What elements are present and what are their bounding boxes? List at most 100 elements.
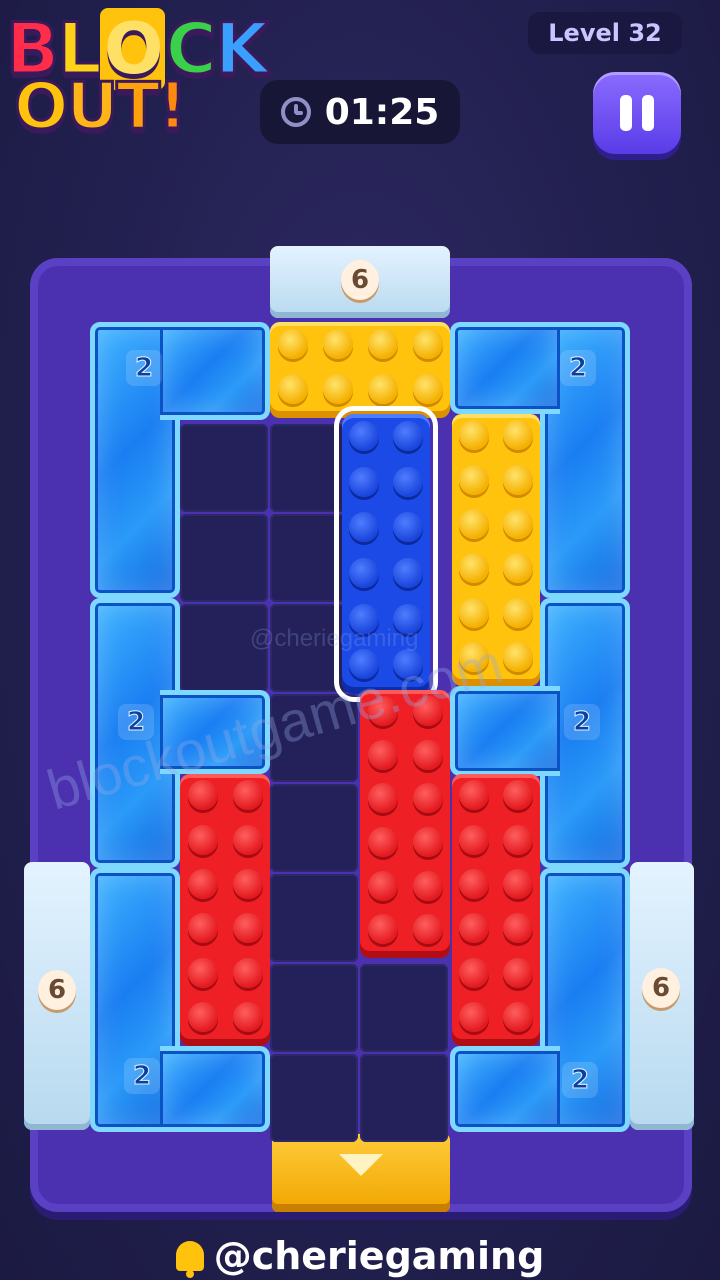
ice-counter-bottom-right: 2 <box>562 1062 598 1098</box>
block-stud <box>412 739 443 770</box>
channel-handle: @cheriegaming <box>213 1234 545 1278</box>
grid-cell[interactable] <box>270 1054 358 1142</box>
clock-icon <box>280 97 311 127</box>
grid-cell[interactable] <box>180 424 268 512</box>
block-stud <box>277 328 308 359</box>
gate-counter-right: 6 <box>642 968 680 1008</box>
yellow-block-horizontal[interactable] <box>270 322 450 418</box>
block-stud <box>459 868 489 899</box>
block-stud <box>503 641 533 672</box>
block-stud <box>187 780 218 811</box>
block-stud <box>232 1001 263 1032</box>
block-stud <box>367 739 398 770</box>
pause-button[interactable] <box>593 72 681 154</box>
block-stud <box>412 373 443 404</box>
top-exit-gate: 6 <box>270 246 450 318</box>
ice-counter-bottom-left: 2 <box>124 1058 160 1094</box>
ice-counter-top-right: 2 <box>560 350 596 386</box>
ice-block-top-right-cap <box>450 322 560 414</box>
block-stud <box>459 957 489 988</box>
block-stud <box>367 870 398 901</box>
block-stud <box>503 597 533 628</box>
timer-text: 01:25 <box>324 91 440 133</box>
block-stud <box>277 373 308 404</box>
block-stud <box>412 826 443 857</box>
ice-block-bottom-right-cap <box>450 1046 560 1132</box>
block-stud <box>503 913 533 944</box>
block-stud <box>503 824 533 855</box>
block-stud <box>459 824 489 855</box>
block-stud <box>187 913 218 944</box>
block-stud <box>459 780 489 811</box>
block-stud <box>367 914 398 945</box>
block-stud <box>393 466 423 497</box>
grid-cell[interactable] <box>360 1054 448 1142</box>
grid-cell[interactable] <box>180 514 268 602</box>
block-stud <box>459 913 489 944</box>
block-stud <box>187 868 218 899</box>
block-stud <box>503 508 533 539</box>
block-stud <box>349 557 379 588</box>
block-stud <box>393 420 423 451</box>
block-stud <box>367 826 398 857</box>
block-stud <box>459 553 489 584</box>
grid-cell[interactable] <box>360 964 448 1052</box>
gate-counter-left: 6 <box>38 970 76 1010</box>
block-stud <box>459 420 489 451</box>
block-stud <box>412 328 443 359</box>
block-stud <box>459 508 489 539</box>
block-stud <box>349 420 379 451</box>
pause-icon-bar-left <box>620 95 632 131</box>
block-stud <box>232 913 263 944</box>
timer: 01:25 <box>260 80 460 144</box>
block-stud <box>393 557 423 588</box>
left-exit-gate: 6 <box>24 862 90 1130</box>
logo-line-2: OUT! <box>12 69 188 146</box>
game-logo: BLOCK OUT! <box>0 0 270 150</box>
block-stud <box>503 420 533 451</box>
block-stud <box>322 373 353 404</box>
block-stud <box>367 328 398 359</box>
ice-counter-top-left: 2 <box>126 350 162 386</box>
block-stud <box>503 868 533 899</box>
pause-icon-bar-right <box>642 95 654 131</box>
block-stud <box>503 553 533 584</box>
block-stud <box>232 780 263 811</box>
block-stud <box>187 1001 218 1032</box>
grid-cell[interactable] <box>270 784 358 872</box>
block-stud <box>187 824 218 855</box>
right-exit-gate: 6 <box>630 862 694 1130</box>
grid-cell[interactable] <box>270 964 358 1052</box>
block-stud <box>503 957 533 988</box>
block-stud <box>349 512 379 543</box>
block-stud <box>459 1001 489 1032</box>
block-stud <box>232 957 263 988</box>
ice-block-bottom-left-cap <box>160 1046 270 1132</box>
ice-block-top-left-cap <box>160 322 270 420</box>
bell-icon <box>175 1241 204 1278</box>
red-block-left[interactable] <box>180 774 270 1046</box>
level-badge: Level 32 <box>528 12 682 54</box>
block-stud <box>503 780 533 811</box>
block-stud <box>412 783 443 814</box>
block-stud <box>349 466 379 497</box>
channel-footer: @cheriegaming <box>0 1232 720 1280</box>
block-stud <box>459 597 489 628</box>
block-stud <box>503 1001 533 1032</box>
grid-cell[interactable] <box>270 874 358 962</box>
small-watermark: @cheriegaming <box>250 625 419 652</box>
block-stud <box>322 328 353 359</box>
red-block-right[interactable] <box>452 774 540 1046</box>
bottom-exit-gate <box>272 1134 450 1212</box>
block-stud <box>393 512 423 543</box>
block-stud <box>459 464 489 495</box>
block-stud <box>367 783 398 814</box>
block-stud <box>412 914 443 945</box>
ice-counter-mid-right: 2 <box>564 704 600 740</box>
block-stud <box>232 868 263 899</box>
block-stud <box>232 824 263 855</box>
gate-counter-top: 6 <box>341 260 379 300</box>
block-stud <box>367 373 398 404</box>
block-stud <box>503 464 533 495</box>
down-arrow-icon <box>339 1154 383 1176</box>
